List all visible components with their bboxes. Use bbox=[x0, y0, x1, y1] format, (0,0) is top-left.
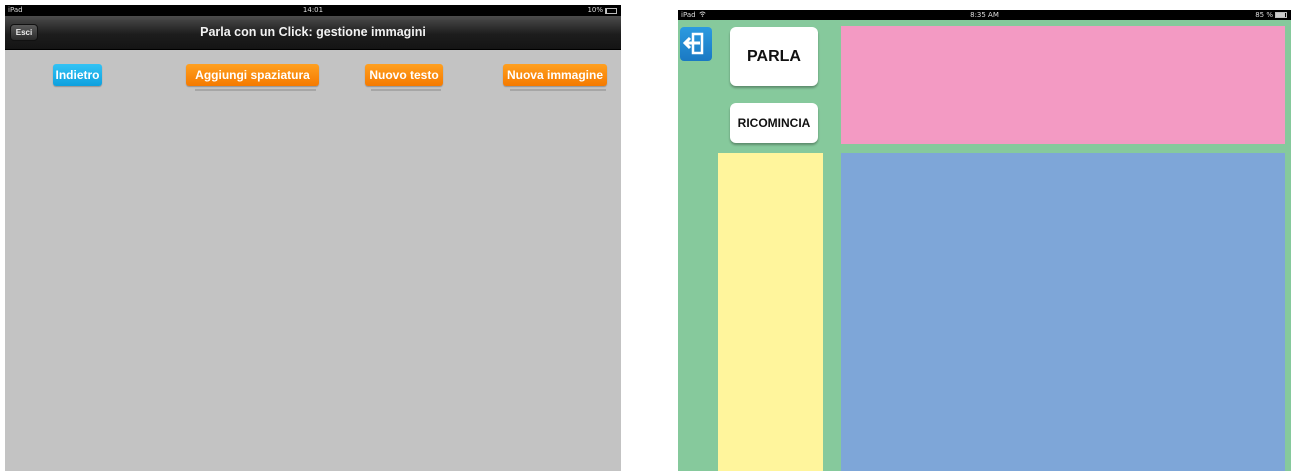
add-spacing-button[interactable]: Aggiungi spaziatura bbox=[186, 64, 319, 86]
image-management-screen: iPad 14:01 10% Esci Parla con un Click: … bbox=[5, 5, 621, 471]
speak-button[interactable]: PARLA bbox=[730, 27, 818, 86]
status-time: 14:01 bbox=[302, 6, 324, 14]
button-shadow bbox=[510, 89, 606, 91]
navigation-bar: Esci Parla con un Click: gestione immagi… bbox=[5, 16, 621, 50]
status-bar: iPad 8:35 AM 85 % bbox=[678, 10, 1291, 20]
battery-indicator: 10% bbox=[587, 5, 617, 16]
battery-icon bbox=[1275, 12, 1287, 18]
exit-arrow-icon bbox=[680, 32, 712, 65]
back-button[interactable]: Indietro bbox=[53, 64, 102, 86]
exit-button[interactable] bbox=[680, 27, 712, 61]
communication-board-screen: iPad 8:35 AM 85 % PARLA RICOMINCIA bbox=[678, 10, 1291, 471]
button-shadow bbox=[371, 89, 441, 91]
status-time: 8:35 AM bbox=[970, 11, 999, 19]
button-shadow bbox=[195, 89, 316, 91]
battery-percent: 85 % bbox=[1255, 11, 1273, 19]
battery-percent: 10% bbox=[587, 6, 603, 14]
category-panel[interactable] bbox=[718, 153, 823, 471]
new-image-button[interactable]: Nuova immagine bbox=[503, 64, 607, 86]
page-title: Parla con un Click: gestione immagini bbox=[200, 25, 426, 39]
message-bar[interactable] bbox=[841, 26, 1285, 144]
battery-icon bbox=[605, 7, 617, 14]
status-bar: iPad 14:01 10% bbox=[5, 5, 621, 16]
battery-indicator: 85 % bbox=[1255, 10, 1287, 20]
new-text-button[interactable]: Nuovo testo bbox=[365, 64, 443, 86]
restart-button[interactable]: RICOMINCIA bbox=[730, 103, 818, 143]
symbol-grid-area[interactable] bbox=[841, 153, 1285, 471]
